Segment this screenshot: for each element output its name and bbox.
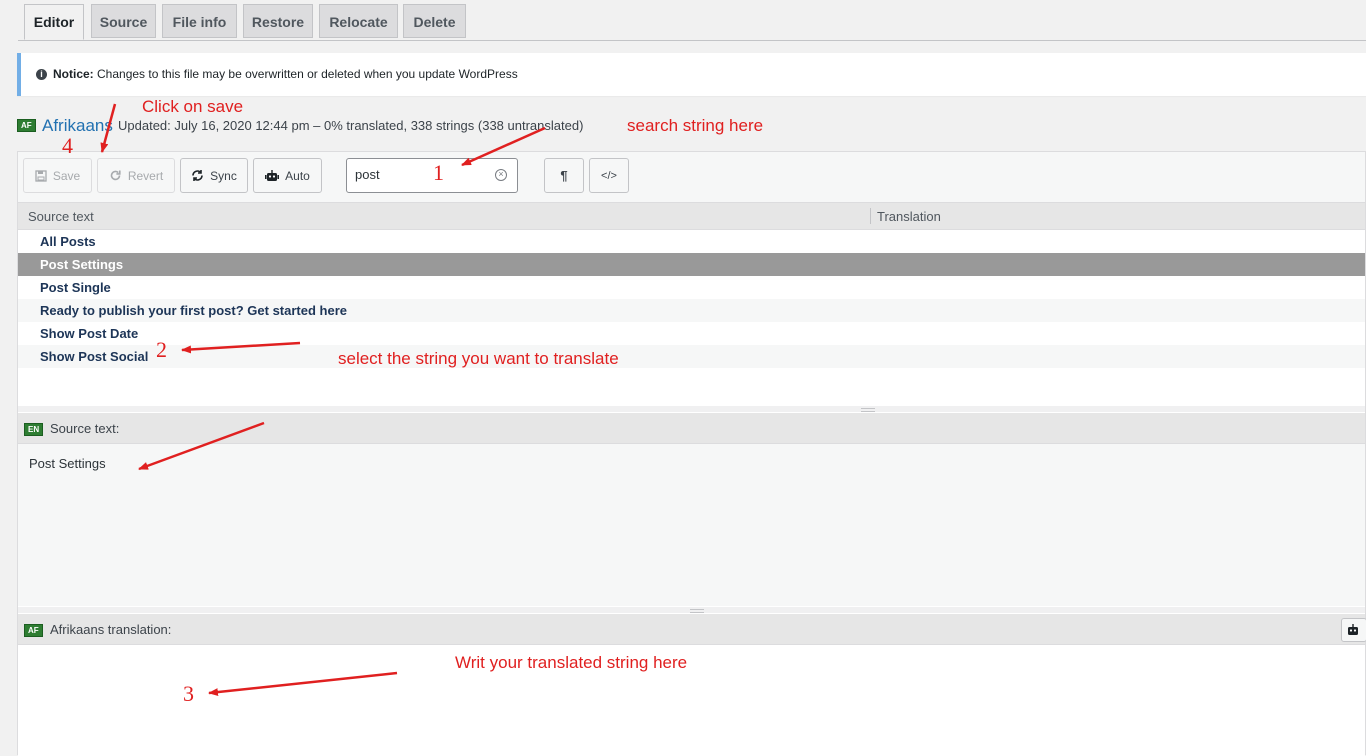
list-item[interactable]: Ready to publish your first post? Get st… bbox=[18, 299, 1365, 322]
update-notice: i Notice: Changes to this file may be ov… bbox=[17, 53, 1366, 96]
search-box: × bbox=[346, 158, 518, 193]
annotation-number-4: 4 bbox=[62, 133, 73, 158]
list-item-selected[interactable]: Post Settings bbox=[18, 253, 1365, 276]
auto-label: Auto bbox=[285, 168, 310, 183]
annotation-select-string: select the string you want to translate bbox=[338, 349, 619, 368]
invisibles-toggle-button[interactable]: ¶ bbox=[544, 158, 584, 193]
pilcrow-icon: ¶ bbox=[560, 168, 568, 183]
info-icon: i bbox=[36, 69, 47, 80]
code-view-toggle-button[interactable]: </> bbox=[589, 158, 629, 193]
suggest-translation-button[interactable] bbox=[1341, 618, 1366, 642]
string-list-header: Source text Translation bbox=[18, 203, 1365, 230]
sync-label: Sync bbox=[210, 168, 237, 183]
tab-source[interactable]: Source bbox=[91, 4, 156, 38]
clear-search-icon[interactable]: × bbox=[495, 169, 507, 181]
source-pane-header: EN Source text: bbox=[18, 413, 1365, 444]
source-text-pane: Post Settings bbox=[18, 444, 1365, 606]
notice-prefix: Notice: bbox=[53, 67, 94, 81]
column-divider[interactable] bbox=[870, 208, 871, 224]
annotation-click-save: Click on save bbox=[142, 97, 244, 116]
annotation-search-here: search string here bbox=[627, 116, 764, 135]
save-label: Save bbox=[52, 168, 81, 183]
translation-editor: Save Revert Sync Auto × ¶ </> Source tex… bbox=[17, 151, 1366, 756]
code-icon: </> bbox=[601, 169, 617, 182]
sync-button[interactable]: Sync bbox=[180, 158, 248, 193]
editor-toolbar: Save Revert Sync Auto × ¶ </> bbox=[18, 152, 1365, 203]
notice-message: Changes to this file may be overwritten … bbox=[97, 67, 518, 81]
source-pane-label: Source text: bbox=[50, 421, 120, 436]
list-item[interactable]: Show Post Social bbox=[18, 345, 1365, 368]
list-splitter-handle[interactable] bbox=[18, 406, 1365, 412]
list-item[interactable]: All Posts bbox=[18, 230, 1365, 253]
source-text-column-header[interactable]: Source text bbox=[28, 209, 94, 224]
save-icon bbox=[35, 169, 47, 182]
robot-icon bbox=[1348, 624, 1358, 635]
locale-name-link[interactable]: Afrikaans bbox=[42, 116, 113, 136]
pane-splitter-handle[interactable] bbox=[18, 607, 1365, 613]
en-flag-icon: EN bbox=[24, 423, 44, 436]
annotation-number-3: 3 bbox=[183, 681, 194, 706]
translation-pane-header: AF Afrikaans translation: bbox=[18, 614, 1366, 645]
tab-delete[interactable]: Delete bbox=[403, 4, 466, 38]
translation-pane-label: Afrikaans translation: bbox=[50, 622, 172, 637]
string-list: All Posts Post Settings Post Single Read… bbox=[18, 230, 1365, 368]
revert-icon bbox=[110, 170, 121, 181]
translation-column-header[interactable]: Translation bbox=[877, 209, 941, 224]
list-item[interactable]: Post Single bbox=[18, 276, 1365, 299]
tab-editor[interactable]: Editor bbox=[24, 4, 84, 40]
annotation-number-1: 1 bbox=[433, 160, 444, 185]
translation-textarea[interactable] bbox=[18, 645, 1365, 756]
revert-button[interactable]: Revert bbox=[97, 158, 175, 193]
tab-file-info[interactable]: File info bbox=[162, 4, 237, 38]
notice-text: Notice: Changes to this file may be over… bbox=[53, 67, 518, 81]
af-flag-icon: AF bbox=[17, 119, 36, 132]
editor-tabs: Editor Source File info Restore Relocate… bbox=[18, 0, 1366, 41]
search-input[interactable] bbox=[355, 167, 485, 182]
annotation-number-2: 2 bbox=[156, 337, 167, 362]
robot-icon bbox=[265, 170, 280, 181]
auto-translate-button[interactable]: Auto bbox=[253, 158, 322, 193]
tab-restore[interactable]: Restore bbox=[243, 4, 313, 38]
sync-icon bbox=[192, 170, 203, 181]
revert-label: Revert bbox=[127, 168, 164, 183]
annotation-write-here: Writ your translated string here bbox=[455, 653, 688, 672]
list-item[interactable]: Show Post Date bbox=[18, 322, 1365, 345]
locale-status: Updated: July 16, 2020 12:44 pm – 0% tra… bbox=[118, 118, 584, 133]
af-flag-icon: AF bbox=[24, 624, 43, 637]
tab-relocate[interactable]: Relocate bbox=[319, 4, 398, 38]
source-text-value: Post Settings bbox=[29, 456, 106, 471]
save-button[interactable]: Save bbox=[23, 158, 92, 193]
